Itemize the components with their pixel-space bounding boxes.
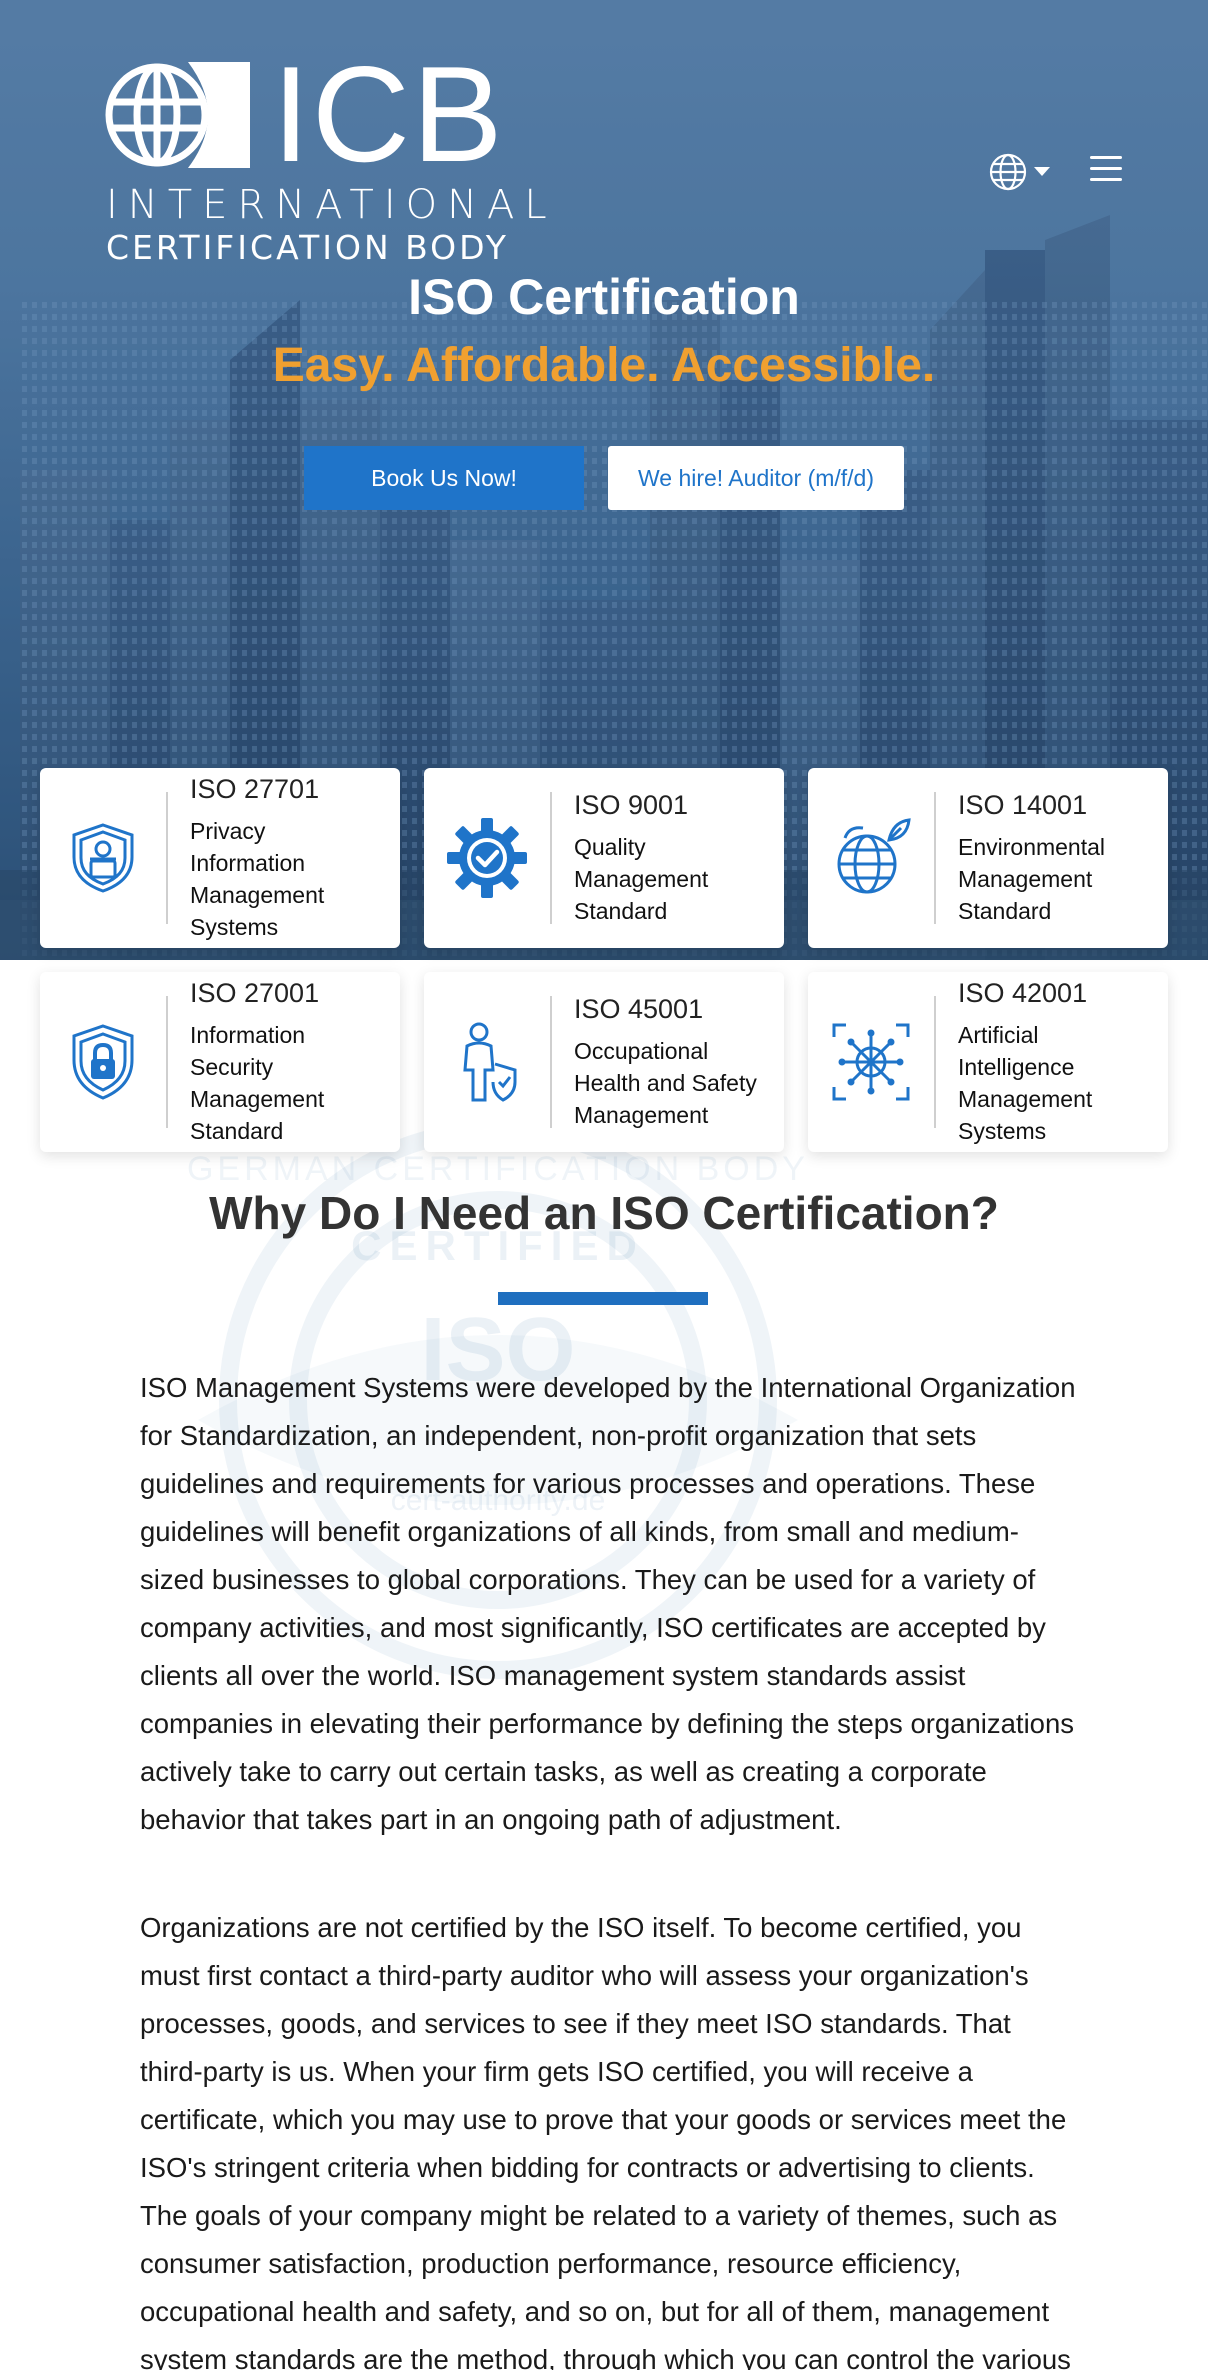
hero-subtitle: Easy. Affordable. Accessible. [272,339,936,392]
gear-check-icon [447,818,527,898]
icb-logo[interactable]: ICB INTERNATIONAL CERTIFICATION BODY [104,46,547,272]
card-desc-line: Management [190,881,325,908]
card-desc-line: Privacy [190,817,266,844]
card-desc-line: Artificial [958,1021,1039,1048]
privacy-shield-icon [72,823,134,893]
card-iso-code: ISO 42001 [958,977,1088,1008]
card-desc-line: Standard [958,897,1052,924]
menu-bar-icon [1090,167,1122,170]
card-description: Privacy Information Management Systems [190,815,324,943]
seal-arc-text: GERMAN CERTIFICATION BODY [187,1150,809,1188]
globe-icon [989,153,1027,191]
menu-bar-icon [1090,178,1122,181]
iso-45001-card[interactable]: ISO 45001 Occupational Health and Safety… [424,972,784,1152]
hero-title: ISO Certification [408,269,800,325]
logo-line-certification-body: CERTIFICATION BODY [106,228,509,267]
language-selector[interactable] [988,152,1060,192]
card-desc-line: Management [190,1085,325,1112]
card-desc-line: Standard [574,897,668,924]
card-desc-line: Systems [190,913,279,940]
card-desc-line: Systems [958,1117,1047,1144]
card-desc-line: Health and Safety [574,1069,757,1096]
section-paragraph-1: ISO Management Systems were developed by… [140,1372,1076,1835]
logo-wordmark: ICB [272,38,505,190]
iso-27001-card[interactable]: ISO 27001 Information Security Managemen… [40,972,400,1152]
card-desc-line: Management [958,1085,1093,1112]
card-desc-line: Security [190,1053,274,1080]
card-desc-line: Occupational [574,1037,709,1064]
card-desc-line: Intelligence [958,1053,1075,1080]
card-desc-line: Environmental [958,833,1106,860]
card-description: Quality Management Standard [574,831,708,927]
lock-shield-icon [72,1024,134,1100]
card-description: Environmental Management Standard [958,831,1105,927]
card-description: Information Security Management Standard [190,1019,324,1147]
card-desc-line: Management [958,865,1093,892]
logo-line-international: INTERNATIONAL [106,182,557,228]
ai-network-icon [832,1023,910,1101]
globe-logo-icon [105,62,250,168]
book-us-now-button[interactable]: Book Us Now! [304,446,584,510]
card-desc-line: Management [574,865,709,892]
card-iso-code: ISO 14001 [958,789,1088,820]
card-description: Occupational Health and Safety Managemen… [574,1035,757,1131]
menu-bar-icon [1090,156,1122,159]
card-iso-code: ISO 27701 [190,773,320,804]
section-title: Why Do I Need an ISO Certification? [209,1187,999,1239]
iso-14001-card[interactable]: ISO 14001 Environmental Management Stand… [808,768,1168,948]
card-iso-code: ISO 9001 [574,789,689,820]
section-title-underline [498,1292,708,1305]
card-description: Artificial Intelligence Management Syste… [958,1019,1092,1147]
section-paragraph-2: Organizations are not certified by the I… [140,1912,1071,2370]
we-hire-auditor-button[interactable]: We hire! Auditor (m/f/d) [608,446,904,510]
card-desc-line: Management [574,1101,709,1128]
card-iso-code: ISO 45001 [574,993,704,1024]
worker-shield-icon [463,1022,517,1102]
card-desc-line: Information [190,1021,306,1048]
card-desc-line: Quality [574,833,646,860]
hamburger-menu-button[interactable] [1090,156,1122,186]
iso-27701-card[interactable]: ISO 27701 Privacy Information Management… [40,768,400,948]
caret-down-icon [1034,167,1050,176]
iso-42001-card[interactable]: ISO 42001 Artificial Intelligence Manage… [808,972,1168,1152]
card-desc-line: Information [190,849,306,876]
card-iso-code: ISO 27001 [190,977,320,1008]
globe-leaf-icon [837,818,911,894]
iso-9001-card[interactable]: ISO 9001 Quality Management Standard [424,768,784,948]
card-desc-line: Standard [190,1117,284,1144]
